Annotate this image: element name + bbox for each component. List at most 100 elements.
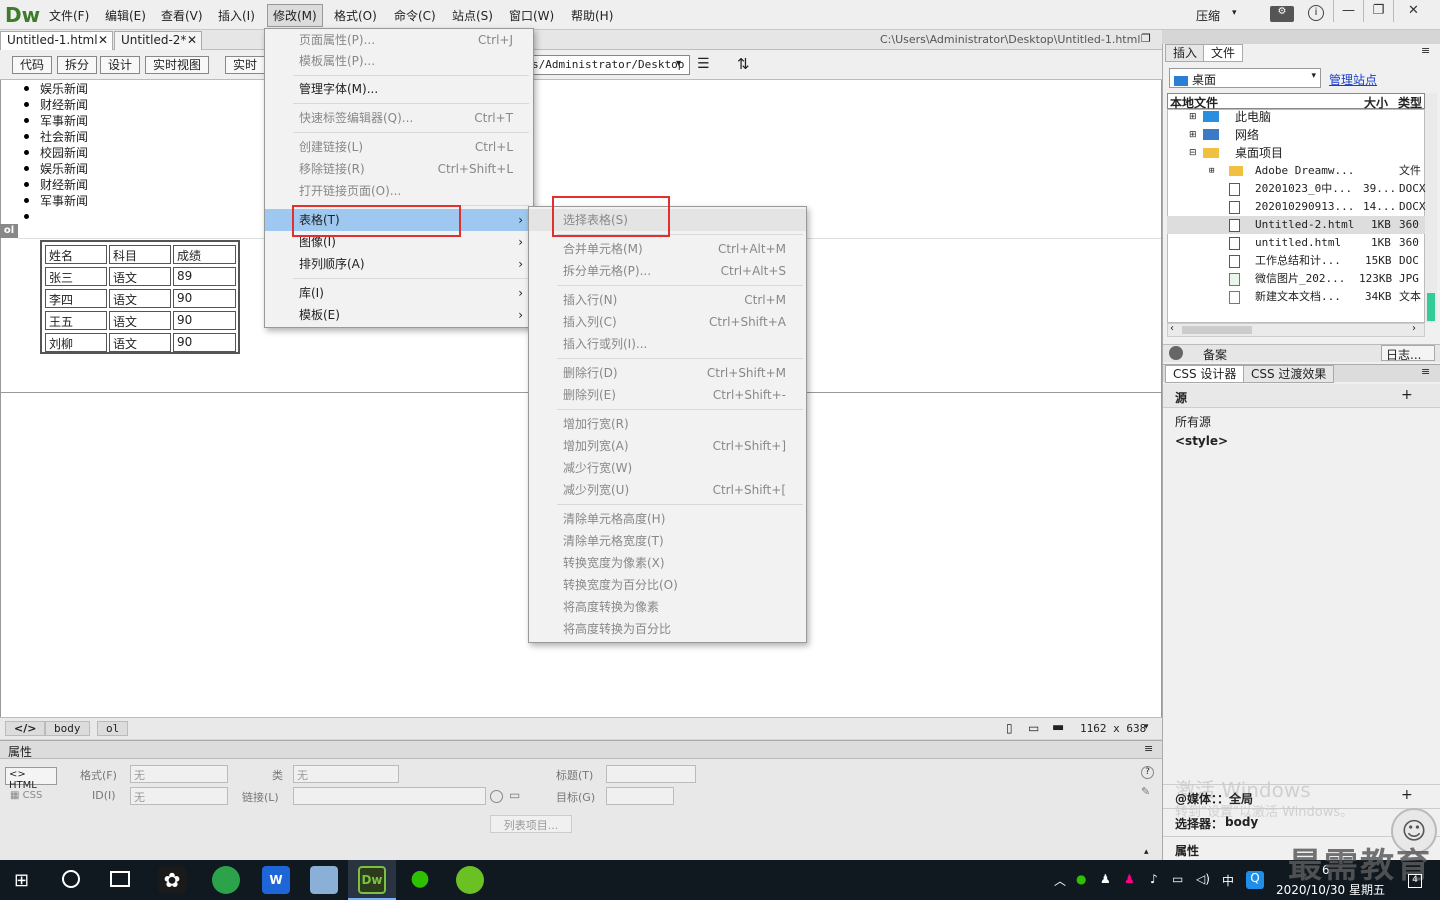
tray-wechat-icon[interactable]: ● — [1076, 872, 1086, 886]
html-mode-button[interactable]: <> HTML — [5, 767, 57, 791]
menu-item-delete-row[interactable]: 删除行(D) Ctrl+Shift+M — [529, 362, 806, 384]
link-input[interactable] — [293, 787, 486, 805]
menu-item-open-linked-page[interactable]: 打开链接页面(O)... — [265, 180, 533, 202]
chevron-down-icon[interactable]: ▾ — [1144, 722, 1149, 732]
browse-folder-icon[interactable]: ▭ — [509, 788, 520, 802]
search-icon[interactable] — [62, 870, 80, 888]
tree-item[interactable]: 微信图片_202... 123KB JPG — [1209, 270, 1425, 288]
menu-item-increase-row-span[interactable]: 增加行宽(R) — [529, 413, 806, 435]
panel-menu-icon[interactable]: ≡ — [1144, 742, 1153, 755]
tree-item[interactable]: ⊞ Adobe Dreamw... 文件 — [1209, 162, 1425, 180]
panel-menu-icon[interactable]: ≡ — [1421, 365, 1430, 378]
restore-icon[interactable]: ❐ — [1363, 0, 1393, 22]
tree-item[interactable]: ⊞ 此电脑 — [1189, 108, 1429, 126]
windows-start-icon[interactable]: ⊞ — [14, 870, 29, 891]
tree-item[interactable]: 工作总结和计... 15KB DOC — [1209, 252, 1425, 270]
table-cell[interactable]: 刘柳 — [45, 333, 107, 352]
menu-file[interactable]: 文件(F) — [49, 7, 89, 24]
tree-item-selected[interactable]: Untitled-2.html 1KB 360 — [1167, 216, 1425, 234]
live-code-button[interactable]: 实时代 — [225, 56, 265, 74]
table-cell[interactable]: 语文 — [109, 289, 171, 308]
split-view-button[interactable]: 拆分 — [57, 56, 98, 74]
menu-item-delete-column[interactable]: 删除列(E) Ctrl+Shift+- — [529, 384, 806, 406]
list-item[interactable]: 军事新闻 — [40, 112, 88, 129]
close-tab-icon[interactable]: ✕ — [187, 33, 197, 47]
table-cell[interactable]: 90 — [173, 311, 236, 330]
wechat-icon[interactable]: ● — [406, 866, 434, 894]
tree-item[interactable]: 20201023_0中... 39... DOCX — [1209, 180, 1426, 198]
style-source-item[interactable]: <style> — [1175, 434, 1228, 448]
address-bar[interactable]: s/Administrator/Desktop — [528, 55, 690, 75]
live-view-button[interactable]: 实时视图 — [145, 56, 210, 74]
close-tab-icon[interactable]: ✕ — [98, 33, 108, 47]
target-select[interactable] — [606, 787, 674, 805]
menu-item-manage-fonts[interactable]: 管理字体(M)... — [265, 78, 533, 100]
menu-commands[interactable]: 命令(C) — [394, 7, 436, 24]
close-icon[interactable]: ✕ — [1393, 0, 1433, 22]
scroll-right-icon[interactable]: › — [1412, 323, 1416, 334]
menu-item-library[interactable]: 库(I) › — [265, 282, 533, 304]
table-cell[interactable]: 90 — [173, 333, 236, 352]
menu-item-create-link[interactable]: 创建链接(L) Ctrl+L — [265, 136, 533, 158]
tree-item[interactable]: untitled.html 1KB 360 — [1209, 234, 1425, 252]
add-media-icon[interactable]: + — [1401, 787, 1413, 803]
data-table[interactable]: 姓名 科目 成绩 张三 语文 89 李四 语文 90 王五 语文 90 刘柳 语… — [40, 240, 240, 354]
menu-item-decrease-column-span[interactable]: 减少列宽(U) Ctrl+Shift+[ — [529, 479, 806, 501]
scrollbar-thumb[interactable] — [1182, 326, 1252, 334]
tray-app-icon[interactable]: ♟ — [1124, 872, 1135, 886]
tray-expand-icon[interactable]: ︿ — [1054, 872, 1066, 889]
desktop-size-icon[interactable]: ▬ — [1052, 720, 1064, 735]
list-item-button[interactable]: 列表项目... — [490, 815, 572, 833]
table-cell[interactable]: 语文 — [109, 333, 171, 352]
wps-writer-icon[interactable]: W — [262, 866, 290, 894]
code-tag-icon[interactable]: </> — [5, 721, 46, 736]
add-source-icon[interactable]: + — [1401, 387, 1413, 403]
manage-sites-link[interactable]: 管理站点 — [1329, 71, 1377, 88]
table-header-cell[interactable]: 姓名 — [45, 245, 107, 264]
edit-icon[interactable]: ✎ — [1141, 785, 1150, 798]
media-value[interactable]: 全局 — [1229, 790, 1253, 807]
menu-item-remove-link[interactable]: 移除链接(R) Ctrl+Shift+L — [265, 158, 533, 180]
browser-icon[interactable] — [212, 866, 240, 894]
list-item[interactable]: 财经新闻 — [40, 96, 88, 113]
scrollbar-thumb[interactable] — [1427, 293, 1435, 321]
tree-item[interactable]: ⊞ 网络 — [1189, 126, 1429, 144]
tablet-size-icon[interactable]: ▭ — [1028, 721, 1039, 735]
tag-ol[interactable]: ol — [97, 721, 129, 736]
title-input[interactable] — [606, 765, 696, 783]
menu-view[interactable]: 查看(V) — [161, 7, 203, 24]
location-select[interactable]: 桌面 ▾ — [1169, 68, 1321, 88]
tray-q-icon[interactable]: Q — [1246, 871, 1264, 889]
css-mode-button[interactable]: ▦ CSS — [10, 790, 42, 801]
tray-notify-icon[interactable]: ♪ — [1150, 872, 1158, 886]
design-view-button[interactable]: 设计 — [100, 56, 141, 74]
menu-format[interactable]: 格式(O) — [334, 7, 377, 24]
menu-modify[interactable]: 修改(M) — [267, 4, 323, 27]
menu-item-quick-tag-editor[interactable]: 快速标签编辑器(Q)... Ctrl+T — [265, 107, 533, 129]
menu-item-increase-column-span[interactable]: 增加列宽(A) Ctrl+Shift+] — [529, 435, 806, 457]
menu-item-decrease-row-span[interactable]: 减少行宽(W) — [529, 457, 806, 479]
ime-indicator[interactable]: 中 — [1222, 872, 1234, 889]
video-app-icon[interactable] — [456, 866, 484, 894]
menu-item-arrange[interactable]: 排列顺序(A) › — [265, 253, 533, 275]
table-cell[interactable]: 89 — [173, 267, 236, 286]
help-icon[interactable]: ? — [1141, 766, 1154, 779]
menu-window[interactable]: 窗口(W) — [509, 7, 554, 24]
table-header-cell[interactable]: 科目 — [109, 245, 171, 264]
list-item[interactable]: 社会新闻 — [40, 128, 88, 145]
tab-untitled-1[interactable]: Untitled-1.html ✕ — [0, 31, 113, 50]
menu-item-insert-rows-columns[interactable]: 插入行或列(I)... — [529, 333, 806, 355]
all-sources-item[interactable]: 所有源 — [1175, 413, 1211, 430]
tray-qq-icon[interactable]: ♟ — [1100, 872, 1111, 886]
volume-icon[interactable]: ◁) — [1196, 872, 1210, 886]
table-cell[interactable]: 语文 — [109, 311, 171, 330]
menu-item-split-cell[interactable]: 拆分单元格(P)... Ctrl+Alt+S — [529, 260, 806, 282]
file-management-icon[interactable]: ☰ — [697, 56, 710, 72]
chevron-down-icon[interactable]: ▾ — [676, 58, 681, 69]
menu-item-page-properties[interactable]: 页面属性(P)... Ctrl+J — [265, 29, 533, 51]
window-size[interactable]: 1162 x 638 — [1080, 722, 1146, 735]
task-view-icon[interactable] — [110, 871, 130, 887]
tree-item[interactable]: 20201029091З... 14... DOCX — [1209, 198, 1426, 216]
notepad-icon[interactable] — [310, 866, 338, 894]
scroll-left-icon[interactable]: ‹ — [1170, 323, 1174, 334]
